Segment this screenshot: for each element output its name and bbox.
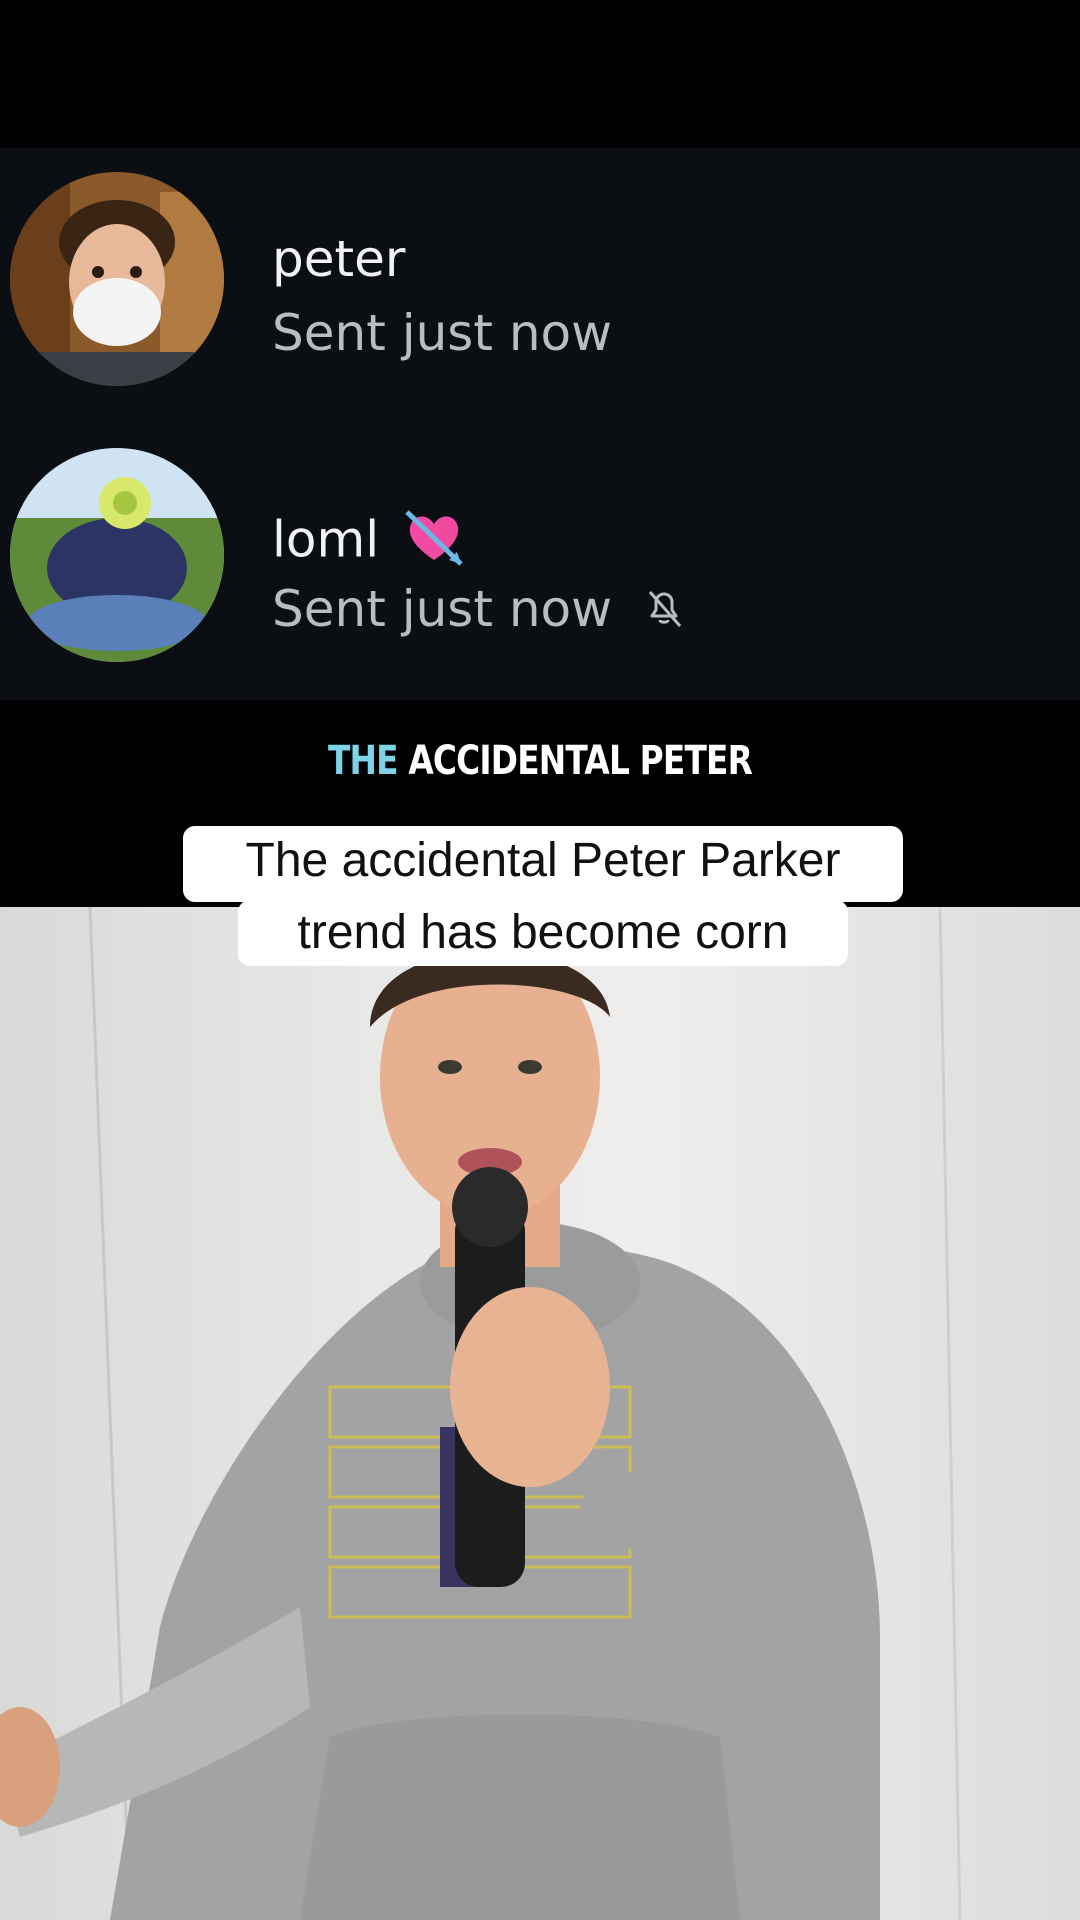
dm-status: Sent just now xyxy=(272,580,686,642)
headline-text: ACCIDENTAL PETER xyxy=(408,738,753,784)
dm-row-peter[interactable]: peter Sent just now xyxy=(0,172,1080,392)
caption-line-1: The accidental Peter Parker xyxy=(183,826,903,902)
headline-accent: THE xyxy=(327,738,399,784)
dm-list-panel: peter Sent just now loml Sent just now xyxy=(0,148,1080,700)
heart-with-arrow-icon xyxy=(403,506,465,580)
video-frame[interactable] xyxy=(0,907,1080,1920)
avatar-loml[interactable] xyxy=(10,448,224,662)
caption-line-2: trend has become corn xyxy=(238,900,848,966)
bell-off-icon xyxy=(642,584,686,642)
dm-status-text: Sent just now xyxy=(272,580,612,638)
dm-name-text: loml xyxy=(272,510,380,569)
dm-name: loml xyxy=(272,506,465,580)
video-headline: THE ACCIDENTAL PETER xyxy=(97,738,983,784)
avatar-peter[interactable] xyxy=(10,172,224,386)
dm-name: peter xyxy=(272,230,406,288)
dm-status: Sent just now xyxy=(272,304,612,362)
dm-row-loml[interactable]: loml Sent just now xyxy=(0,448,1080,668)
top-black-bar xyxy=(0,0,1080,148)
